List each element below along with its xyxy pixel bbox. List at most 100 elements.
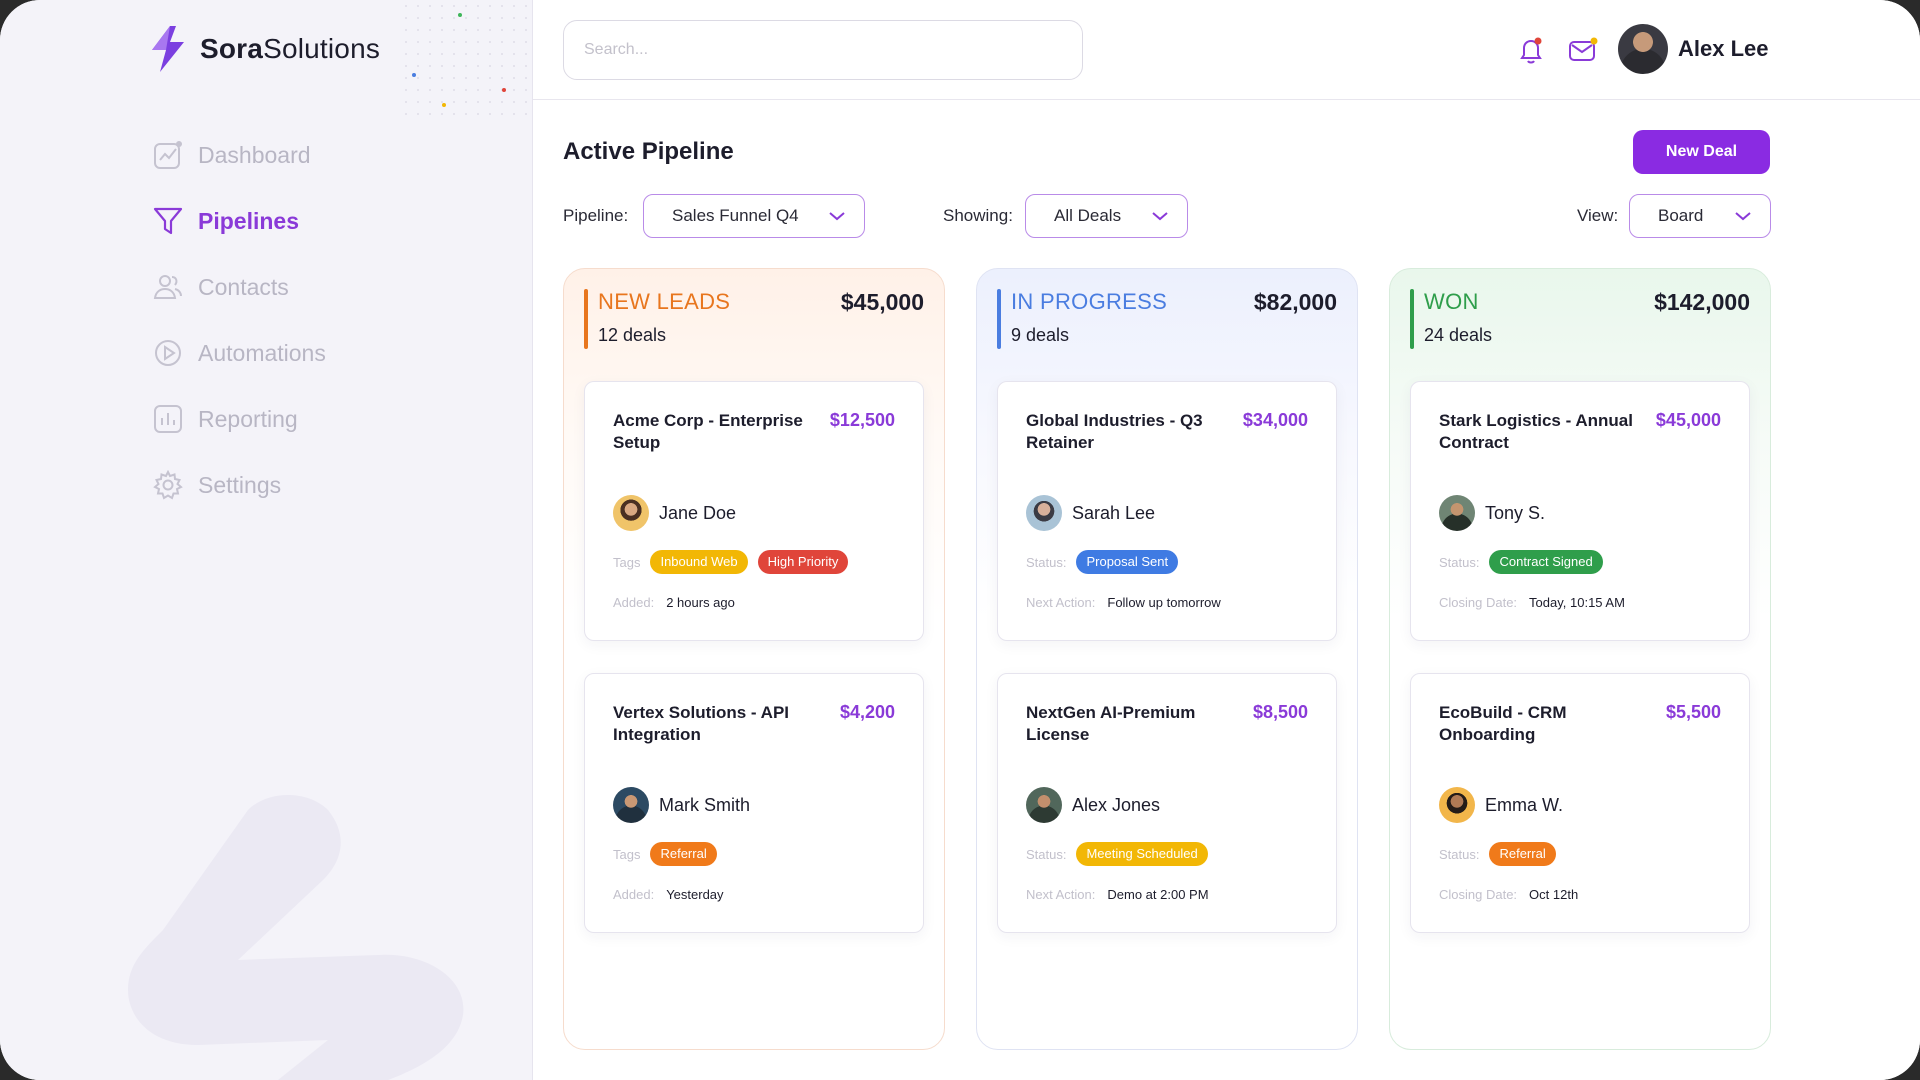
showing-select[interactable]: All Deals — [1025, 194, 1188, 238]
main-content: Alex Lee Active Pipeline New Deal Pipeli… — [533, 0, 1920, 1080]
next-action-label: Next Action: — [1026, 595, 1096, 610]
closing-date-value: Oct 12th — [1529, 887, 1579, 902]
deal-title: Stark Logistics - Annual Contract — [1439, 411, 1633, 452]
column-deal-count: 9 deals — [1011, 325, 1070, 345]
deal-title: EcoBuild - CRM Onboarding — [1439, 703, 1567, 744]
deal-card[interactable]: EcoBuild - CRM Onboarding $5,500 Emma W.… — [1410, 673, 1750, 933]
meta-row: Closing Date: Oct 12th — [1439, 887, 1578, 902]
column-title: NEW LEADS — [598, 289, 731, 314]
top-bar: Alex Lee — [533, 0, 1920, 100]
owner-name: Jane Doe — [659, 502, 737, 523]
decorative-dot — [502, 88, 506, 92]
owner-name: Mark Smith — [659, 794, 751, 815]
deal-amount: $4,200 — [839, 702, 895, 722]
decorative-logo-shape — [128, 795, 464, 1080]
column-deal-count: 12 deals — [598, 325, 667, 345]
view-select[interactable]: Board — [1629, 194, 1771, 238]
avatar — [1439, 787, 1475, 823]
search-input[interactable] — [563, 20, 1083, 80]
brand-name: SoraSolutions — [200, 33, 381, 64]
decorative-dot — [412, 73, 416, 77]
next-action-label: Next Action: — [1026, 887, 1096, 902]
meta-row: Closing Date: Today, 10:15 AM — [1439, 595, 1625, 610]
avatar — [1439, 495, 1475, 531]
column-title: IN PROGRESS — [1011, 289, 1168, 314]
pipeline-select-value: Sales Funnel Q4 — [672, 206, 799, 225]
tag-row: Status: Referral — [1439, 842, 1556, 866]
tag-row: Tags Inbound Web High Priority — [613, 550, 849, 574]
sidebar-item-reporting[interactable]: Reporting — [152, 386, 326, 452]
notification-bell-icon[interactable] — [1516, 35, 1546, 65]
added-label: Added: — [613, 595, 655, 610]
deal-card[interactable]: Stark Logistics - Annual Contract $45,00… — [1410, 381, 1750, 641]
pipeline-filter-label: Pipeline: — [563, 206, 629, 225]
sidebar-item-label: Dashboard — [198, 141, 311, 168]
sidebar-item-automations[interactable]: Automations — [152, 320, 326, 386]
meta-row: Next Action: Follow up tomorrow — [1026, 595, 1221, 610]
closing-date-label: Closing Date: — [1439, 887, 1518, 902]
deal-owner: Jane Doe — [613, 495, 736, 531]
column-accent-bar — [997, 289, 1001, 349]
tag-row: Status: Meeting Scheduled — [1026, 842, 1208, 866]
deal-owner: Tony S. — [1439, 495, 1545, 531]
avatar — [1026, 495, 1062, 531]
deal-owner: Mark Smith — [613, 787, 750, 823]
view-filter-label: View: — [1577, 206, 1619, 225]
tag-row: Tags Referral — [613, 842, 717, 866]
column-total: $142,000 — [1654, 289, 1750, 315]
sidebar-nav: Dashboard Pipelines Contacts Automations — [152, 122, 326, 518]
deal-card[interactable]: Global Industries - Q3 Retainer $34,000 … — [997, 381, 1337, 641]
status-label: Status: — [1026, 846, 1067, 862]
mail-icon[interactable] — [1567, 35, 1598, 65]
deal-amount: $8,500 — [1252, 702, 1308, 722]
sidebar-item-label: Automations — [198, 339, 326, 366]
deal-title: NextGen AI-Premium License — [1026, 703, 1196, 744]
sidebar-item-dashboard[interactable]: Dashboard — [152, 122, 326, 188]
brand-logo[interactable]: SoraSolutions — [146, 24, 380, 74]
next-action-value: Follow up tomorrow — [1107, 595, 1221, 610]
user-name[interactable]: Alex Lee — [1678, 36, 1769, 62]
sidebar-item-settings[interactable]: Settings — [152, 452, 326, 518]
sidebar-item-label: Reporting — [198, 405, 298, 432]
deal-title: Global Industries - Q3 Retainer — [1026, 411, 1203, 452]
column-header: NEW LEADS 12 deals $45,000 — [584, 289, 924, 349]
status-badge: Meeting Scheduled — [1076, 842, 1208, 866]
user-avatar[interactable] — [1618, 24, 1668, 74]
showing-select-value: All Deals — [1054, 206, 1122, 225]
status-badge: Referral — [1489, 842, 1556, 866]
tag-badge: High Priority — [757, 550, 849, 574]
gear-icon — [152, 469, 184, 501]
added-value: 2 hours ago — [666, 595, 735, 610]
funnel-icon — [152, 205, 184, 237]
decorative-dot — [442, 103, 446, 107]
chevron-down-icon — [1735, 212, 1751, 221]
pipeline-column-new-leads: NEW LEADS 12 deals $45,000 Acme Corp - E… — [563, 268, 945, 1050]
closing-date-value: Today, 10:15 AM — [1529, 595, 1625, 610]
avatar — [613, 787, 649, 823]
sidebar-item-label: Pipelines — [198, 207, 299, 234]
owner-name: Tony S. — [1485, 502, 1546, 523]
pipeline-select[interactable]: Sales Funnel Q4 — [643, 194, 865, 238]
owner-name: Sarah Lee — [1072, 502, 1156, 523]
play-circle-icon — [152, 337, 184, 369]
showing-filter-label: Showing: — [943, 206, 1013, 225]
meta-row: Next Action: Demo at 2:00 PM — [1026, 887, 1209, 902]
bar-chart-icon — [152, 403, 184, 435]
status-badge: Proposal Sent — [1076, 550, 1179, 574]
meta-row: Added: 2 hours ago — [613, 595, 735, 610]
sidebar-item-pipelines[interactable]: Pipelines — [152, 188, 326, 254]
tag-badge: Inbound Web — [650, 550, 748, 574]
tag-row: Status: Proposal Sent — [1026, 550, 1179, 574]
deal-card[interactable]: Vertex Solutions - API Integration $4,20… — [584, 673, 924, 933]
sidebar-item-contacts[interactable]: Contacts — [152, 254, 326, 320]
deal-card[interactable]: NextGen AI-Premium License $8,500 Alex J… — [997, 673, 1337, 933]
column-header: WON 24 deals $142,000 — [1410, 289, 1750, 349]
deal-amount: $12,500 — [829, 410, 895, 430]
status-label: Status: — [1026, 554, 1067, 570]
deal-card[interactable]: Acme Corp - Enterprise Setup $12,500 Jan… — [584, 381, 924, 641]
new-deal-button[interactable]: New Deal — [1633, 130, 1770, 174]
added-label: Added: — [613, 887, 655, 902]
tags-label: Tags — [613, 554, 641, 570]
column-accent-bar — [584, 289, 588, 349]
closing-date-label: Closing Date: — [1439, 595, 1518, 610]
